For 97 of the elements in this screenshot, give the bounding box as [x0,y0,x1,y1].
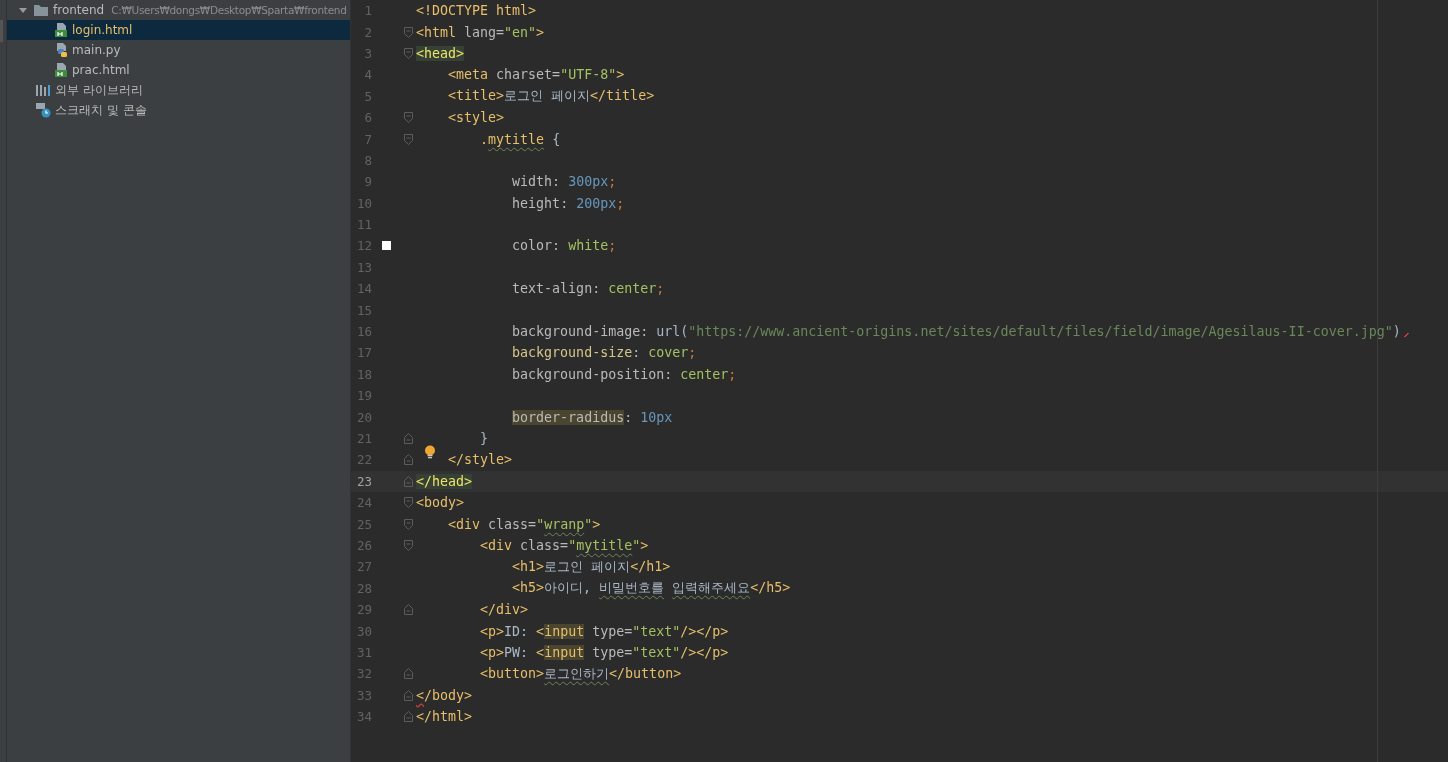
fold-end-icon[interactable] [404,475,413,487]
line-number: 20 [355,409,372,425]
expanded-arrow-icon[interactable] [19,6,27,14]
code-line: <p>PW: <input type="text"/></p> [480,644,729,660]
line-number: 13 [355,259,372,275]
fold-end-icon[interactable] [404,433,413,444]
html-file-icon [54,62,68,78]
tree-item-label: frontend [53,3,105,17]
line-number: 9 [363,174,372,190]
fold-end-icon[interactable] [404,454,413,466]
fold-end-icon[interactable] [404,604,413,616]
library-icon [35,83,51,97]
code-line: <!DOCTYPE html> [416,3,537,19]
code-line: width: 300px; [512,174,617,190]
fold-icon[interactable] [404,133,413,145]
python-file-icon [54,42,68,58]
line-number: 6 [363,110,372,126]
line-number: 29 [355,602,372,618]
tree-item-label: prac.html [72,63,130,77]
scratch-console-icon [35,102,51,118]
tree-item-label: main.py [72,43,121,57]
line-number: 17 [355,345,372,361]
code-line: <div class="wranp"> [448,516,601,532]
tree-item[interactable]: 스크래치 및 콘솔 [7,100,350,120]
code-line: <title>로그인 페이지</title> [448,87,655,106]
code-line: <meta charset="UTF-8"> [448,67,625,83]
line-number: 2 [363,24,372,40]
fold-end-icon[interactable] [404,668,413,680]
line-number: 7 [363,131,372,147]
tree-item[interactable]: prac.html [7,60,350,80]
code-line: <html lang="en"> [416,24,545,40]
code-line: height: 200px; [512,195,625,211]
fold-icon[interactable] [404,112,413,124]
lightbulb-icon[interactable] [424,445,436,460]
line-number: 22 [355,452,372,468]
code-line: border-radidus: 10px [512,409,673,425]
code-line: <style> [448,110,505,126]
code-line: .mytitle { [480,131,561,147]
html-file-icon [54,22,68,38]
code-line: background-position: center; [512,366,737,382]
fold-icon[interactable] [404,539,413,551]
line-number: 27 [355,559,372,575]
fold-end-icon[interactable] [404,711,413,723]
code-line: background-size: cover; [512,345,697,361]
code-line: text-align: center; [512,281,665,297]
code-line: <h5>아이디, 비밀번호를 입력해주세요</h5> [512,579,791,598]
folder-path: C:₩Users₩dongs₩Desktop₩Sparta₩frontend [111,4,347,16]
line-number: 15 [355,302,372,318]
line-number: 26 [355,537,372,553]
tree-item-label: 스크래치 및 콘솔 [55,101,147,119]
line-number: 11 [355,217,372,233]
code-line: } [480,431,489,446]
fold-icon[interactable] [404,26,413,38]
line-number: 33 [355,687,372,703]
code-line: <h1>로그인 페이지</h1> [512,557,671,576]
fold-end-icon[interactable] [404,689,413,701]
code-line: </style> [448,452,513,468]
tree-item-label: login.html [72,23,133,37]
code-line: <body> [416,495,465,511]
line-number: 18 [355,366,372,382]
code-line: <button>로그인하기</button> [480,664,682,683]
tree-item[interactable]: main.py [7,40,350,60]
line-number: 12 [355,238,372,254]
line-number: 1 [363,3,372,19]
line-number: 3 [363,45,372,61]
line-number: 32 [355,666,372,682]
line-number: 34 [355,709,372,725]
fold-icon[interactable] [404,518,413,530]
line-number: 23 [355,473,372,489]
folder-icon [33,3,49,17]
tree-item[interactable]: login.html [7,20,350,40]
line-number: 4 [363,67,372,83]
code-line: <div class="mytitle"> [480,537,649,553]
tree-item[interactable]: 외부 라이브러리 [7,80,350,100]
fold-icon[interactable] [404,497,413,509]
tree-item-label: 외부 라이브러리 [55,81,143,99]
line-number: 28 [355,580,372,596]
code-line: </div> [480,602,529,618]
line-number: 31 [355,644,372,660]
line-number: 21 [355,431,372,446]
line-number: 8 [363,152,372,168]
color-swatch[interactable] [382,241,391,251]
code-line: background-image: url("https://www.ancient-origins.net/sites/default/files/field/image/Agesilaus-II-cover.jpg") [512,324,1411,340]
line-number: 19 [355,388,372,404]
code-line: </html> [416,709,473,725]
line-number: 24 [355,495,372,511]
code-line: color: white; [512,238,617,254]
line-number: 14 [355,281,372,297]
code-line: </body> [416,687,473,703]
code-line: <p>ID: <input type="text"/></p> [480,623,729,639]
line-number: 5 [363,88,372,104]
line-number: 16 [355,324,372,340]
tree-item[interactable]: frontend C:₩Users₩dongs₩Desktop₩Sparta₩frontend [7,0,350,20]
line-number: 10 [355,195,372,211]
fold-icon[interactable] [404,47,413,59]
line-number: 25 [355,516,372,532]
line-number: 30 [355,623,372,639]
